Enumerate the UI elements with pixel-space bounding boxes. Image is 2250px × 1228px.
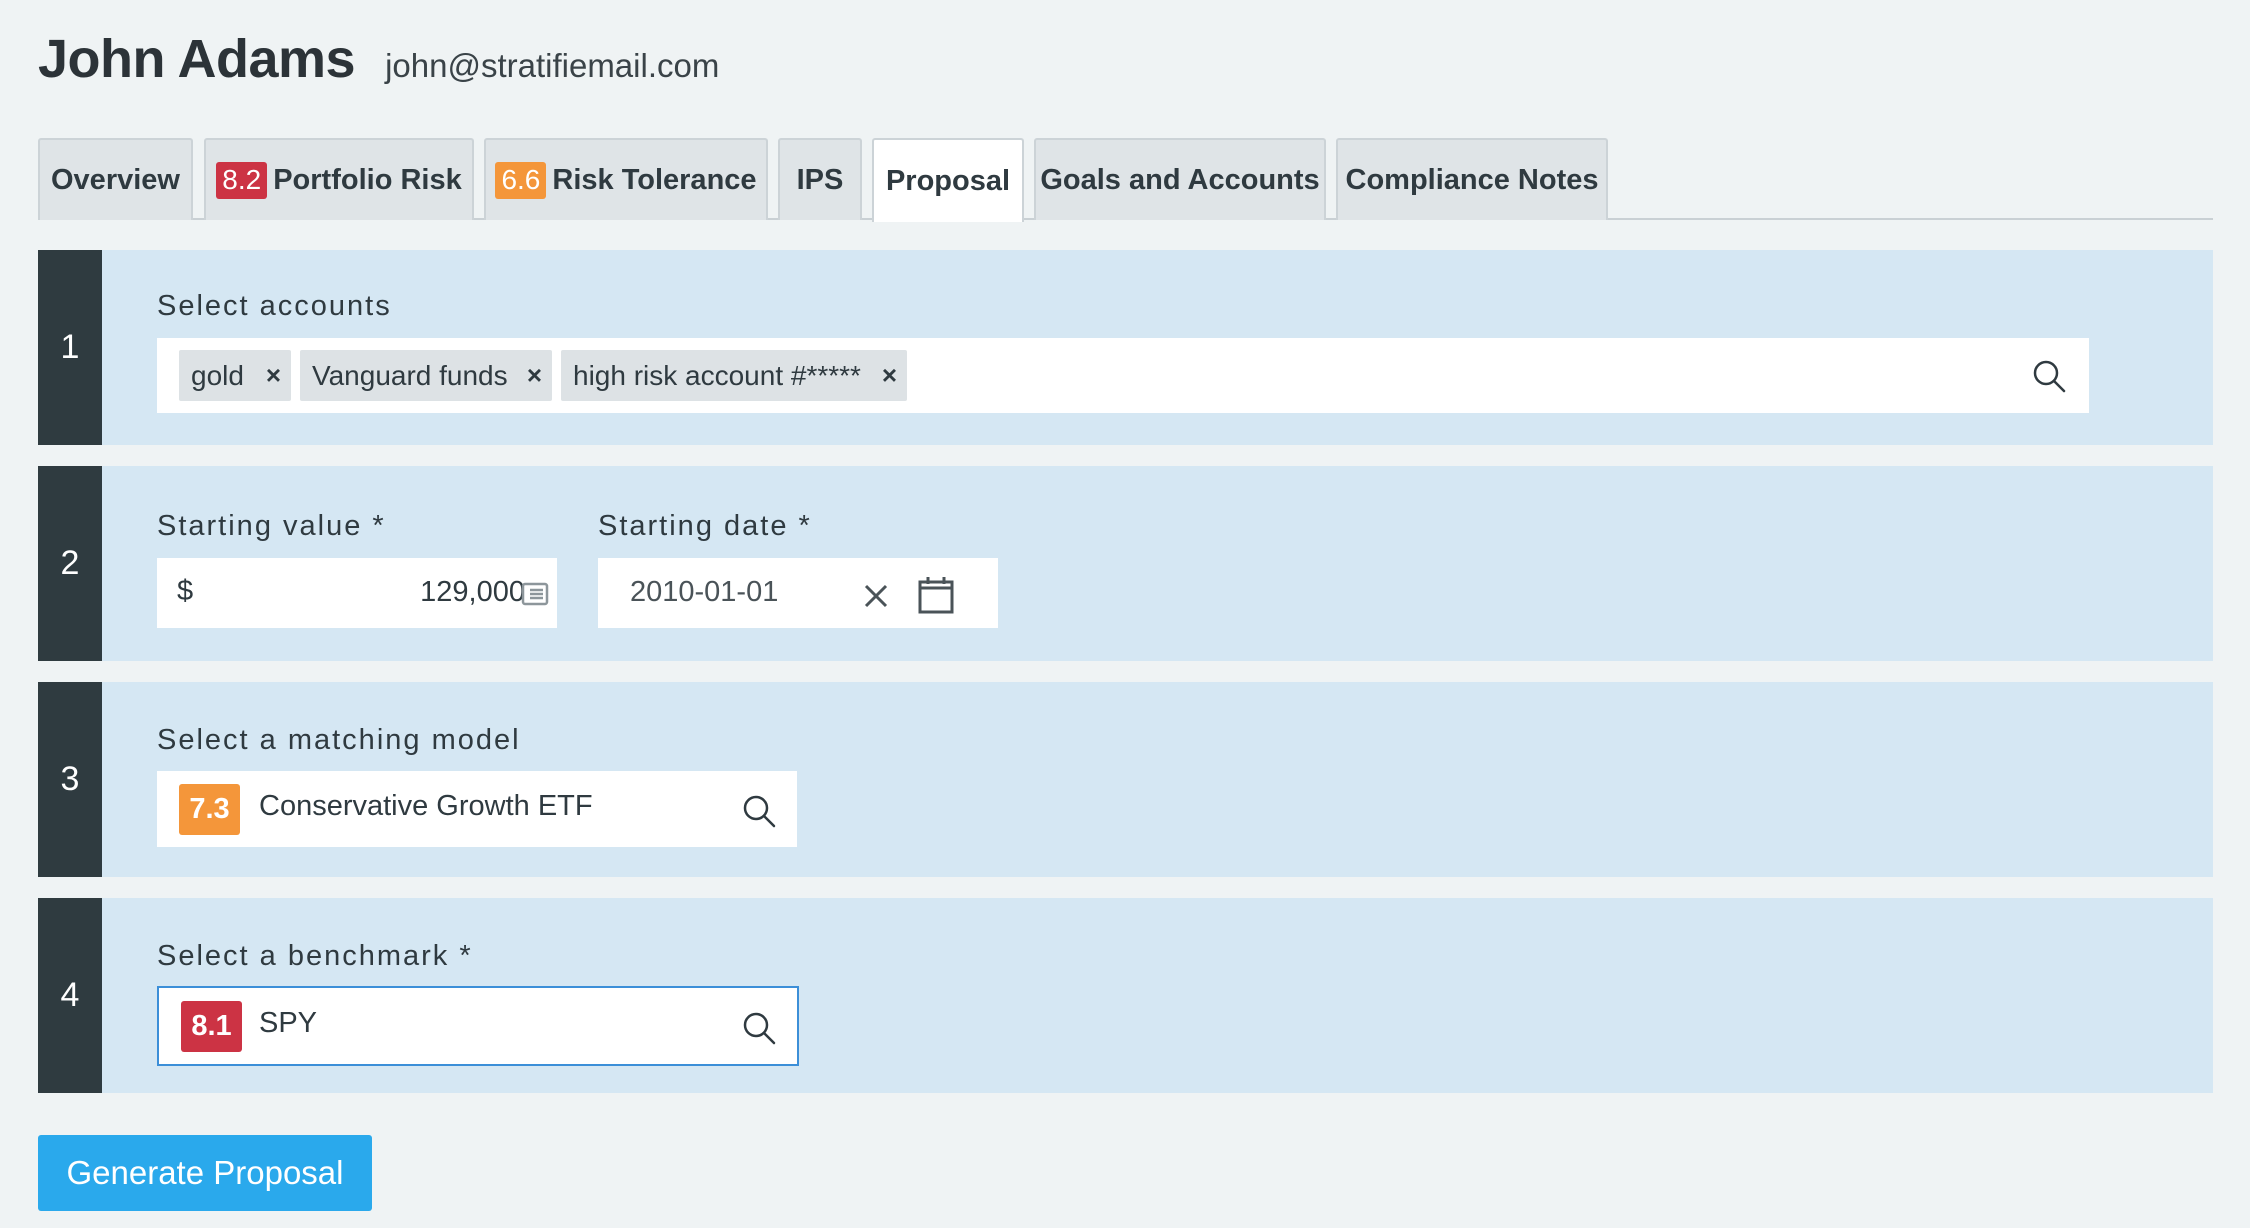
tab-ips[interactable]: IPS xyxy=(778,138,862,220)
model-name: Conservative Growth ETF xyxy=(259,790,593,822)
step-select-model: 3 Select a matching model 7.3 Conservati… xyxy=(38,682,2213,877)
accounts-multiselect[interactable]: gold × Vanguard funds × high risk accoun… xyxy=(157,338,2089,413)
benchmark-name: SPY xyxy=(259,1007,318,1039)
select-accounts-label: Select accounts xyxy=(157,290,392,322)
search-icon[interactable] xyxy=(2031,358,2067,394)
calendar-icon[interactable] xyxy=(918,576,954,614)
client-header: John Adams john@stratifiemail.com xyxy=(38,28,719,90)
step-number: 3 xyxy=(38,682,102,877)
tab-compliance-notes[interactable]: Compliance Notes xyxy=(1336,138,1608,220)
generate-proposal-button[interactable]: Generate Proposal xyxy=(38,1135,372,1211)
search-icon[interactable] xyxy=(741,793,777,829)
client-name: John Adams xyxy=(38,29,356,89)
token-label: high risk account #***** xyxy=(573,359,861,391)
risk-tolerance-score-badge: 6.6 xyxy=(495,161,547,199)
step-number: 2 xyxy=(38,466,102,661)
starting-value-input[interactable]: $ 129,000 xyxy=(157,558,557,628)
step-number: 4 xyxy=(38,898,102,1093)
remove-token-button[interactable]: × xyxy=(527,360,542,391)
tab-proposal[interactable]: Proposal xyxy=(872,138,1024,222)
tab-portfolio-risk[interactable]: 8.2 Portfolio Risk xyxy=(204,138,474,220)
tab-label: IPS xyxy=(796,163,844,196)
client-email: john@stratifiemail.com xyxy=(385,47,720,84)
currency-symbol: $ xyxy=(177,575,194,607)
tab-label: Portfolio Risk xyxy=(273,163,462,196)
token-label: gold xyxy=(191,359,244,391)
step-starting-values: 2 Starting value * $ 129,000 Starting da… xyxy=(38,466,2213,661)
benchmark-score-badge: 8.1 xyxy=(181,1001,242,1052)
starting-date-text: 2010-01-01 xyxy=(630,576,779,608)
select-benchmark-label: Select a benchmark * xyxy=(157,940,473,972)
account-token-gold: gold × xyxy=(179,350,291,401)
step-select-accounts: 1 Select accounts gold × Vanguard funds … xyxy=(38,250,2213,445)
tab-risk-tolerance[interactable]: 6.6 Risk Tolerance xyxy=(484,138,768,220)
starting-date-label: Starting date * xyxy=(598,510,812,542)
step-number: 1 xyxy=(38,250,102,445)
select-model-label: Select a matching model xyxy=(157,724,521,756)
account-token-vanguard-funds: Vanguard funds × xyxy=(300,350,552,401)
token-label: Vanguard funds xyxy=(312,359,508,391)
model-select[interactable]: 7.3 Conservative Growth ETF xyxy=(157,771,797,847)
starting-value-text: 129,000 xyxy=(420,576,525,608)
remove-token-button[interactable]: × xyxy=(266,360,281,391)
tab-label: Compliance Notes xyxy=(1345,163,1599,196)
portfolio-risk-score-badge: 8.2 xyxy=(216,161,268,199)
tab-label: Goals and Accounts xyxy=(1040,163,1320,196)
tab-label: Overview xyxy=(51,163,180,196)
model-score-badge: 7.3 xyxy=(179,784,240,835)
step-select-benchmark: 4 Select a benchmark * 8.1 SPY xyxy=(38,898,2213,1093)
search-icon[interactable] xyxy=(741,1010,777,1046)
starting-value-label: Starting value * xyxy=(157,510,386,542)
tab-overview[interactable]: Overview xyxy=(38,138,193,220)
starting-date-input[interactable]: 2010-01-01 xyxy=(598,558,998,628)
tab-bar: Overview 8.2 Portfolio Risk 6.6 Risk Tol… xyxy=(38,138,2213,222)
calculator-icon[interactable] xyxy=(521,582,549,606)
remove-token-button[interactable]: × xyxy=(882,360,897,391)
tab-label: Proposal xyxy=(885,164,1011,197)
tab-label: Risk Tolerance xyxy=(552,163,757,196)
account-token-high-risk: high risk account #***** × xyxy=(561,350,907,401)
close-icon[interactable] xyxy=(860,580,892,612)
benchmark-select[interactable]: 8.1 SPY xyxy=(157,986,799,1066)
tab-goals-and-accounts[interactable]: Goals and Accounts xyxy=(1034,138,1326,220)
